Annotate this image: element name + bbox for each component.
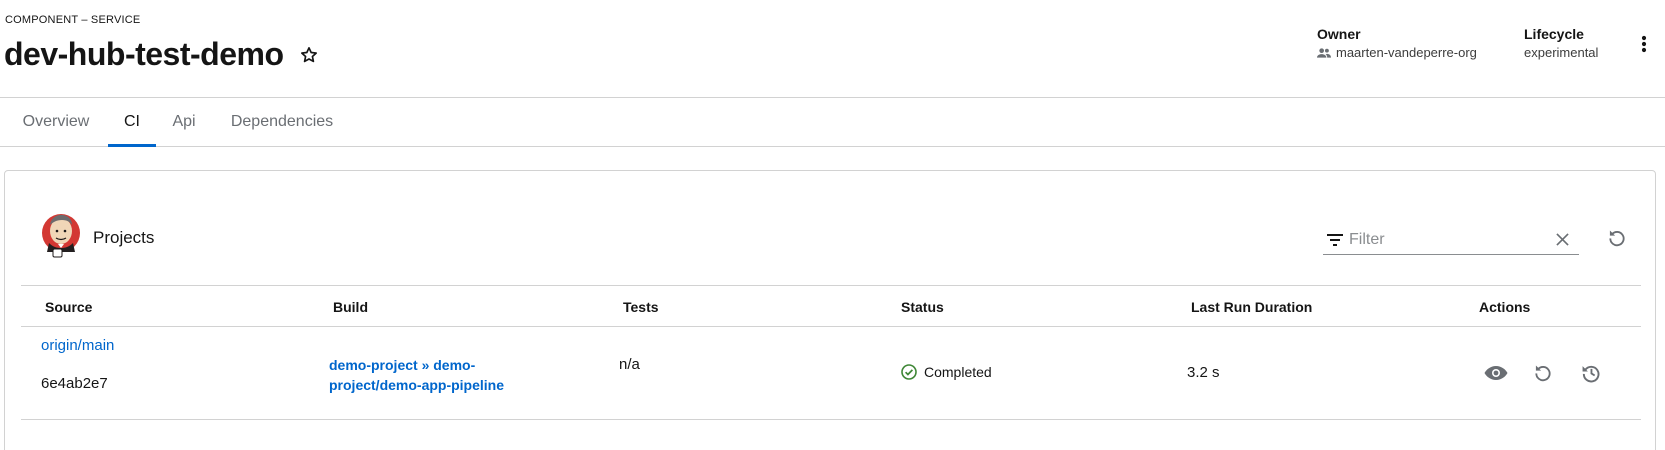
col-status[interactable]: Status <box>901 299 944 315</box>
star-icon[interactable] <box>298 44 320 66</box>
tab-overview[interactable]: Overview <box>10 98 102 146</box>
entity-kind: COMPONENT – SERVICE <box>5 14 141 26</box>
col-tests[interactable]: Tests <box>623 299 659 315</box>
source-branch-link[interactable]: origin/main <box>41 337 114 354</box>
rerun-icon[interactable] <box>1529 359 1557 387</box>
owner-label: Owner <box>1317 26 1361 42</box>
tests-value: n/a <box>619 356 640 373</box>
check-circle-icon <box>901 364 917 380</box>
tab-dependencies[interactable]: Dependencies <box>218 98 346 146</box>
filter-icon <box>1327 229 1343 251</box>
lifecycle-value: experimental <box>1524 45 1599 60</box>
filter-input[interactable] <box>1349 230 1556 249</box>
build-link-line1: demo-project » demo- <box>329 357 476 373</box>
lifecycle-info: Lifecycle experimental <box>1524 26 1598 60</box>
eye-icon[interactable] <box>1482 359 1510 387</box>
jenkins-logo <box>41 209 81 266</box>
title-row: dev-hub-test-demo <box>4 36 320 73</box>
col-last-run-duration[interactable]: Last Run Duration <box>1191 299 1312 315</box>
col-build[interactable]: Build <box>333 299 368 315</box>
duration-value: 3.2 s <box>1187 364 1220 381</box>
users-icon <box>1317 47 1331 58</box>
projects-table: Source Build Tests Status Last Run Durat… <box>21 285 1641 420</box>
owner-value[interactable]: maarten-vandeperre-org <box>1317 45 1477 60</box>
source-commit: 6e4ab2e7 <box>41 375 108 392</box>
projects-card: Projects Source Build Tests Status Last … <box>4 170 1656 450</box>
projects-title: Projects <box>93 227 155 247</box>
refresh-icon[interactable] <box>1605 226 1629 250</box>
status-badge: Completed <box>901 364 992 380</box>
tab-api[interactable]: Api <box>162 98 206 146</box>
filter-box <box>1323 225 1579 255</box>
col-source[interactable]: Source <box>45 299 92 315</box>
kebab-icon[interactable] <box>1636 32 1652 56</box>
history-icon[interactable] <box>1577 359 1605 387</box>
entity-header: COMPONENT – SERVICE dev-hub-test-demo Ow… <box>0 0 1665 98</box>
table-row: origin/main 6e4ab2e7 demo-project » demo… <box>21 327 1641 420</box>
page-title: dev-hub-test-demo <box>4 36 284 72</box>
projects-header: Projects <box>41 209 154 266</box>
build-link-line2: project/demo-app-pipeline <box>329 377 505 393</box>
owner-info: Owner maarten-vandeperre-org <box>1317 26 1477 60</box>
lifecycle-label: Lifecycle <box>1524 26 1584 42</box>
close-icon[interactable] <box>1556 229 1569 251</box>
build-link[interactable]: demo-project » demo- project/demo-app-pi… <box>329 355 504 395</box>
entity-tabs: Overview CI Api Dependencies <box>0 98 1665 147</box>
col-actions: Actions <box>1479 299 1531 315</box>
owner-name: maarten-vandeperre-org <box>1336 45 1477 60</box>
status-text: Completed <box>924 364 992 380</box>
table-header: Source Build Tests Status Last Run Durat… <box>21 285 1641 327</box>
tab-ci[interactable]: CI <box>108 98 156 147</box>
